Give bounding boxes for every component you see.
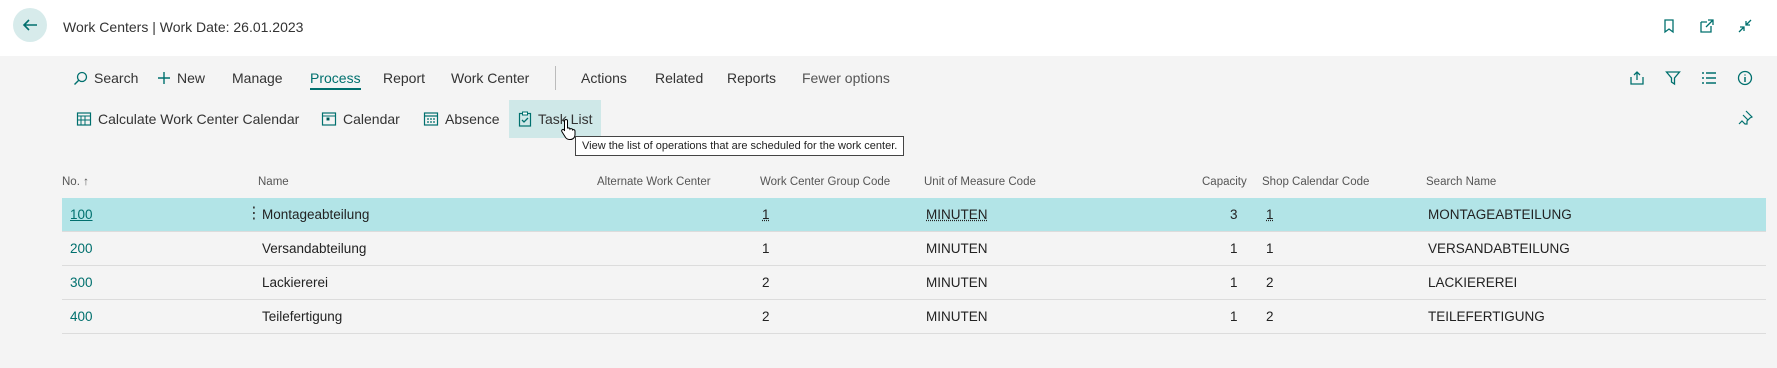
cell-search-name: LACKIEREREI <box>1428 275 1518 290</box>
column-header-alternate-work-center[interactable]: Alternate Work Center <box>597 176 711 188</box>
back-button[interactable] <box>13 8 47 42</box>
reports-label: Reports <box>727 70 777 86</box>
calendar-label: Calendar <box>343 111 400 127</box>
cell-unit-of-measure-code: MINUTEN <box>926 309 988 324</box>
cell-work-center-group-code[interactable]: 1 <box>762 207 770 222</box>
action-bar-divider <box>555 66 556 90</box>
work-center-menu[interactable]: Work Center <box>451 70 529 86</box>
cell-capacity: 1 <box>1230 309 1238 324</box>
cell-unit-of-measure-code: MINUTEN <box>926 275 988 290</box>
actions-label: Actions <box>581 70 627 86</box>
fewer-options-label: Fewer options <box>802 70 890 86</box>
table-row[interactable]: 200 Versandabteilung 1 MINUTEN 1 1 VERSA… <box>62 232 1766 266</box>
calendar-calculate-icon <box>76 112 92 126</box>
cell-no[interactable]: 400 <box>70 309 93 324</box>
pin-icon[interactable] <box>1737 110 1754 131</box>
top-bar: Work Centers | Work Date: 26.01.2023 <box>0 0 1777 56</box>
page-title: Work Centers | Work Date: 26.01.2023 <box>63 19 304 35</box>
cell-search-name: MONTAGEABTEILUNG <box>1428 207 1572 222</box>
cell-name: Versandabteilung <box>262 241 367 256</box>
actions-menu[interactable]: Actions <box>581 70 627 86</box>
column-header-no[interactable]: No. ↑ <box>62 176 89 188</box>
cell-capacity: 1 <box>1230 275 1238 290</box>
manage-menu[interactable]: Manage <box>232 70 283 86</box>
table-row[interactable]: 100 ⋮ Montageabteilung 1 MINUTEN 3 1 MON… <box>62 198 1766 232</box>
work-center-label: Work Center <box>451 70 530 86</box>
cell-work-center-group-code: 2 <box>762 309 770 324</box>
absence-label: Absence <box>445 111 500 127</box>
collapse-icon[interactable] <box>1737 18 1753 34</box>
cell-no[interactable]: 200 <box>70 241 93 256</box>
calculate-label: Calculate Work Center Calendar <box>98 111 300 127</box>
bookmark-icon[interactable] <box>1661 18 1677 34</box>
reports-menu[interactable]: Reports <box>727 70 776 86</box>
task-list-tooltip: View the list of operations that are sch… <box>575 136 905 156</box>
cell-shop-calendar-code: 2 <box>1266 275 1274 290</box>
list-header: No. ↑ Name Alternate Work Center Work Ce… <box>62 170 1766 198</box>
cell-unit-of-measure-code[interactable]: MINUTEN <box>926 207 988 222</box>
cell-capacity: 3 <box>1230 207 1238 222</box>
process-menu[interactable]: Process <box>310 70 361 90</box>
absence-button[interactable]: Absence <box>414 100 508 138</box>
cell-work-center-group-code: 2 <box>762 275 770 290</box>
cell-no[interactable]: 100 <box>70 207 93 222</box>
info-icon[interactable] <box>1737 70 1753 86</box>
new-button[interactable]: New <box>157 70 205 86</box>
cell-work-center-group-code: 1 <box>762 241 770 256</box>
column-header-name[interactable]: Name <box>258 176 289 188</box>
related-menu[interactable]: Related <box>655 70 703 86</box>
list-view-icon[interactable] <box>1701 70 1717 86</box>
table-row[interactable]: 400 Teilefertigung 2 MINUTEN 1 2 TEILEFE… <box>62 300 1766 334</box>
column-header-work-center-group-code[interactable]: Work Center Group Code <box>760 176 890 188</box>
report-label: Report <box>383 70 426 86</box>
search-label: Search <box>94 70 139 86</box>
cell-shop-calendar-code[interactable]: 1 <box>1266 207 1274 222</box>
manage-label: Manage <box>232 70 283 86</box>
filter-icon[interactable] <box>1665 70 1681 86</box>
cell-name: Montageabteilung <box>262 207 370 222</box>
calculate-work-center-calendar-button[interactable]: Calculate Work Center Calendar <box>67 100 308 138</box>
open-new-window-icon[interactable] <box>1699 18 1715 34</box>
cell-search-name: TEILEFERTIGUNG <box>1428 309 1545 324</box>
process-label: Process <box>310 70 361 90</box>
new-label: New <box>177 70 206 86</box>
fewer-options-button[interactable]: Fewer options <box>802 70 890 86</box>
cell-capacity: 1 <box>1230 241 1238 256</box>
arrow-left-icon <box>22 19 37 31</box>
search-button[interactable]: Search <box>73 70 138 86</box>
calendar-button[interactable]: Calendar <box>312 100 409 138</box>
cell-shop-calendar-code: 2 <box>1266 309 1274 324</box>
column-header-search-name[interactable]: Search Name <box>1426 176 1496 188</box>
table-row[interactable]: 300 Lackiererei 2 MINUTEN 1 2 LACKIERERE… <box>62 266 1766 300</box>
work-centers-list: No. ↑ Name Alternate Work Center Work Ce… <box>62 170 1766 334</box>
clipboard-check-icon <box>518 111 532 127</box>
action-bar: Search New Manage Process Report Work Ce… <box>0 56 1777 100</box>
related-label: Related <box>655 70 704 86</box>
process-actions-bar: Calculate Work Center Calendar Calendar … <box>0 100 1777 140</box>
column-header-capacity[interactable]: Capacity <box>1202 176 1247 188</box>
task-list-button[interactable]: Task List <box>509 100 602 138</box>
share-icon[interactable] <box>1629 70 1645 86</box>
search-icon <box>74 71 88 85</box>
cell-name: Teilefertigung <box>262 309 343 324</box>
cell-name: Lackiererei <box>262 275 329 290</box>
column-header-shop-calendar-code[interactable]: Shop Calendar Code <box>1262 176 1369 188</box>
report-menu[interactable]: Report <box>383 70 425 86</box>
column-header-unit-of-measure-code[interactable]: Unit of Measure Code <box>924 176 1036 188</box>
cell-shop-calendar-code: 1 <box>1266 241 1274 256</box>
cell-unit-of-measure-code: MINUTEN <box>926 241 988 256</box>
plus-icon <box>158 72 170 84</box>
row-menu-icon[interactable]: ⋮ <box>246 203 262 223</box>
calendar-icon <box>321 112 337 126</box>
cell-search-name: VERSANDABTEILUNG <box>1428 241 1570 256</box>
absence-calendar-icon <box>423 112 439 126</box>
cell-no[interactable]: 300 <box>70 275 93 290</box>
